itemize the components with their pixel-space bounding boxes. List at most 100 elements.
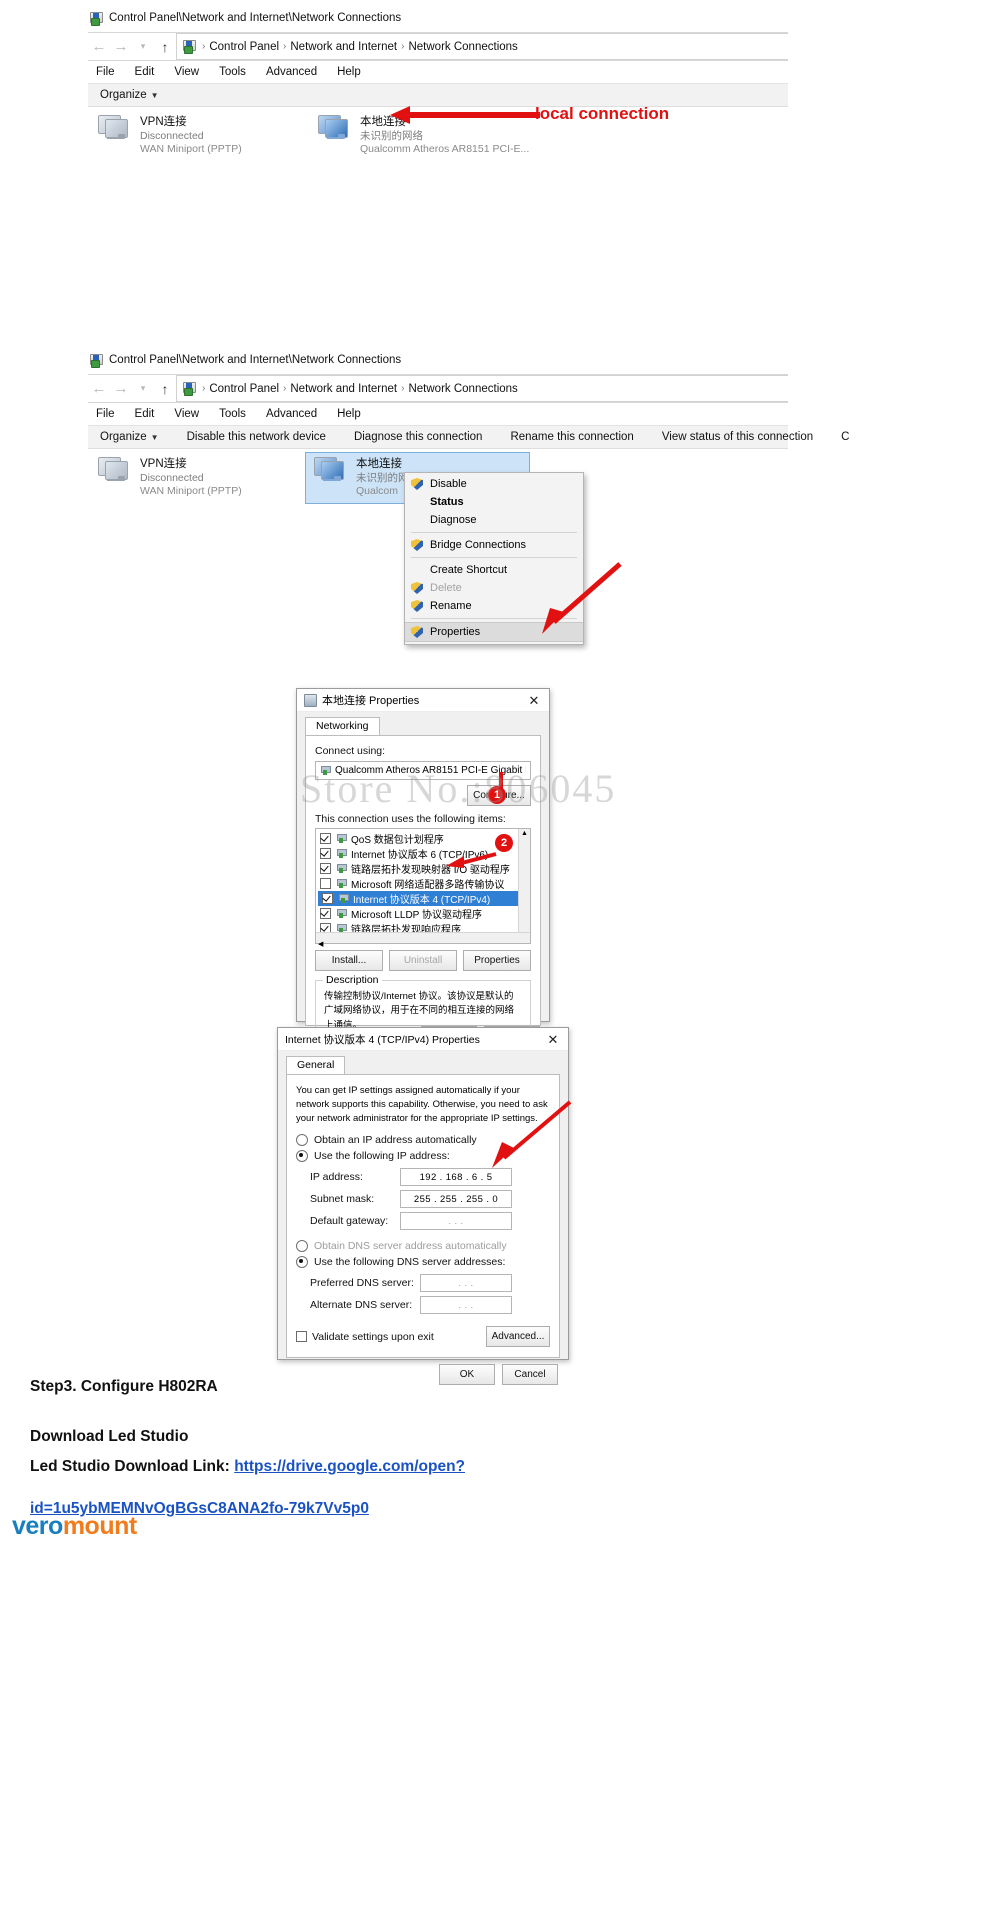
back-icon[interactable]: ← <box>88 39 110 54</box>
breadcrumb-item-1[interactable]: Network and Internet <box>290 383 397 395</box>
blank-icon <box>411 514 423 526</box>
validate-settings-label: Validate settings upon exit <box>312 1330 434 1343</box>
breadcrumb[interactable]: › Control Panel › Network and Internet ›… <box>176 33 788 60</box>
recent-locations-icon[interactable]: ▾ <box>132 42 154 51</box>
context-menu-item-disable[interactable]: Disable <box>405 475 583 493</box>
network-connections-icon <box>90 353 103 368</box>
close-icon[interactable]: ✕ <box>521 694 547 707</box>
breadcrumb-item-1[interactable]: Network and Internet <box>290 41 397 53</box>
menu-view[interactable]: View <box>174 408 199 420</box>
forward-icon[interactable]: → <box>110 381 132 396</box>
up-icon[interactable]: ↑ <box>154 382 176 396</box>
menu-advanced[interactable]: Advanced <box>266 66 317 78</box>
checkbox[interactable] <box>322 893 333 904</box>
breadcrumb-item-0[interactable]: Control Panel <box>209 383 279 395</box>
organize-button[interactable]: Organize ▼ <box>96 89 173 101</box>
checkbox[interactable] <box>320 833 331 844</box>
subnet-mask-input[interactable]: 255 . 255 . 255 . 0 <box>400 1190 512 1209</box>
download-link-line1[interactable]: https://drive.google.com/open? <box>234 1458 465 1475</box>
context-menu-item-status[interactable]: Status <box>405 493 583 511</box>
ipv4-tabstrip: General <box>278 1051 568 1074</box>
radio-auto-ip[interactable] <box>296 1134 308 1147</box>
close-icon[interactable]: ✕ <box>540 1033 566 1046</box>
list-item[interactable]: Microsoft 网络适配器多路传输协议 <box>316 876 530 891</box>
window2-navbar: ← → ▾ ↑ › Control Panel › Network and In… <box>88 374 788 403</box>
list-item-selected[interactable]: Internet 协议版本 4 (TCP/IPv4) <box>318 891 528 906</box>
window1-menubar: File Edit View Tools Advanced Help <box>88 61 788 84</box>
breadcrumb-item-2[interactable]: Network Connections <box>408 41 517 53</box>
connection-name: VPN连接 <box>140 116 187 128</box>
radio-auto-dns[interactable] <box>296 1240 308 1253</box>
checkbox[interactable] <box>320 848 331 859</box>
menu-tools[interactable]: Tools <box>219 66 246 78</box>
change-settings-button[interactable]: C <box>827 431 863 443</box>
organize-button[interactable]: Organize ▼ <box>96 431 173 443</box>
up-icon[interactable]: ↑ <box>154 40 176 54</box>
breadcrumb-item-0[interactable]: Control Panel <box>209 41 279 53</box>
ipv4-ok-button[interactable]: OK <box>439 1364 495 1385</box>
ipv4-cancel-button[interactable]: Cancel <box>502 1364 558 1385</box>
menu-help[interactable]: Help <box>337 408 361 420</box>
preferred-dns-input[interactable]: . . . <box>420 1274 512 1293</box>
recent-locations-icon[interactable]: ▾ <box>132 384 154 393</box>
shield-icon <box>411 600 423 612</box>
diagnose-connection-button[interactable]: Diagnose this connection <box>340 431 497 443</box>
shield-icon <box>411 582 423 594</box>
default-gateway-input[interactable]: . . . <box>400 1212 512 1231</box>
advanced-button[interactable]: Advanced... <box>486 1326 550 1348</box>
download-link-label: Led Studio Download Link: <box>30 1458 230 1475</box>
validate-settings-checkbox[interactable] <box>296 1331 307 1343</box>
menu-view[interactable]: View <box>174 66 199 78</box>
menu-tools[interactable]: Tools <box>219 408 246 420</box>
back-icon[interactable]: ← <box>88 381 110 396</box>
list-item[interactable]: Microsoft LLDP 协议驱动程序 <box>316 906 530 921</box>
tab-networking[interactable]: Networking <box>305 717 380 735</box>
checkbox[interactable] <box>320 878 331 889</box>
menu-edit[interactable]: Edit <box>135 66 155 78</box>
breadcrumb[interactable]: › Control Panel › Network and Internet ›… <box>176 375 788 402</box>
breadcrumb-item-2[interactable]: Network Connections <box>408 383 517 395</box>
breadcrumb-sep: › <box>401 41 405 52</box>
plug-icon <box>338 894 349 903</box>
radio-manual-dns[interactable] <box>296 1256 308 1269</box>
radio-auto-dns-row[interactable]: Obtain DNS server address automatically <box>296 1240 550 1253</box>
annotation-arrow-to-ip-address <box>492 1100 572 1168</box>
preferred-dns-row: Preferred DNS server: . . . <box>310 1274 550 1293</box>
connection-device: Qualcomm Atheros AR8151 PCI-E... <box>360 143 530 156</box>
list-hscrollbar[interactable]: ◀ <box>316 932 530 948</box>
network-icon <box>304 693 317 707</box>
install-button[interactable]: Install... <box>315 950 383 971</box>
menu-advanced[interactable]: Advanced <box>266 408 317 420</box>
breadcrumb-sep: › <box>202 383 206 394</box>
tab-general[interactable]: General <box>286 1056 346 1074</box>
forward-icon[interactable]: → <box>110 39 132 54</box>
view-status-button[interactable]: View status of this connection <box>648 431 827 443</box>
chevron-down-icon: ▼ <box>150 91 159 100</box>
alternate-dns-input[interactable]: . . . <box>420 1296 512 1315</box>
connection-item-vpn[interactable]: VPN连接 Disconnected WAN Miniport (PPTP) <box>98 115 242 157</box>
menu-help[interactable]: Help <box>337 66 361 78</box>
context-menu-item-bridge-connections[interactable]: Bridge Connections <box>405 536 583 554</box>
context-menu-item-diagnose[interactable]: Diagnose <box>405 511 583 529</box>
network-connections-icon <box>90 11 103 26</box>
radio-manual-dns-row[interactable]: Use the following DNS server addresses: <box>296 1256 550 1269</box>
context-menu-separator <box>411 557 577 558</box>
menu-file[interactable]: File <box>96 66 115 78</box>
checkbox[interactable] <box>320 863 331 874</box>
checkbox[interactable] <box>320 908 331 919</box>
connection-name: VPN连接 <box>140 458 187 470</box>
radio-manual-ip[interactable] <box>296 1150 308 1163</box>
connection-item-vpn[interactable]: VPN连接 Disconnected WAN Miniport (PPTP) <box>98 457 242 499</box>
disable-device-button[interactable]: Disable this network device <box>173 431 340 443</box>
protocol-properties-button[interactable]: Properties <box>463 950 531 971</box>
scroll-up-arrow-icon[interactable]: ▲ <box>519 829 530 839</box>
adapter-icon <box>320 766 331 775</box>
network-adapter-icon <box>98 457 132 487</box>
scroll-left-arrow-icon[interactable]: ◀ <box>316 941 323 948</box>
menu-edit[interactable]: Edit <box>135 408 155 420</box>
list-scrollbar[interactable]: ▲ ▼ <box>518 829 530 943</box>
subnet-mask-label: Subnet mask: <box>310 1193 375 1206</box>
menu-file[interactable]: File <box>96 408 115 420</box>
radio-auto-ip-label: Obtain an IP address automatically <box>314 1134 477 1147</box>
rename-connection-button[interactable]: Rename this connection <box>496 431 647 443</box>
